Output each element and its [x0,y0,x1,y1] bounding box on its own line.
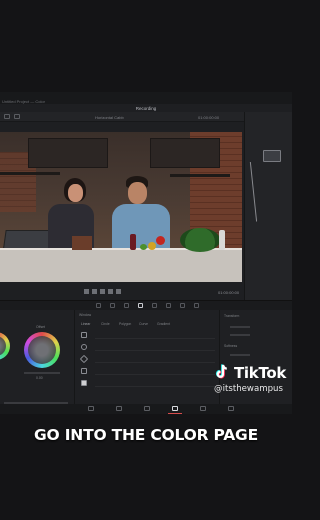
blur-icon[interactable] [180,303,185,308]
cutting-board [72,236,92,250]
edit-page-icon[interactable] [144,406,150,411]
square-window-icon[interactable] [81,332,87,338]
play-icon[interactable] [108,289,113,294]
window-row[interactable] [95,344,215,351]
window-palette-icon[interactable] [138,303,143,308]
man-face [128,182,147,204]
window-row[interactable] [95,368,215,375]
window-row[interactable] [95,356,215,363]
transport-timecode: 01:00:00:00 [218,290,240,295]
rewind-icon[interactable] [92,289,97,294]
counter [0,250,242,282]
layout-icon[interactable] [4,114,10,119]
wheel-mode-label: Offset [36,325,45,329]
woman-face [68,184,83,202]
upper-cabinet-right [150,138,220,168]
color-page-indicator [168,413,182,414]
window-tool-linear[interactable]: Linear [81,322,90,326]
tiktok-logo-icon [215,364,227,379]
tiktok-wordmark: TikTok [234,364,287,382]
red-pepper [156,236,165,245]
cut-page-icon[interactable] [116,406,122,411]
next-frame-icon[interactable] [116,289,121,294]
gradient-window-icon[interactable] [81,380,87,386]
key-icon[interactable] [194,303,199,308]
window-tool-gradient[interactable]: Gradient [157,322,170,326]
circle-window-icon[interactable] [81,344,87,350]
fairlight-page-icon[interactable] [200,406,206,411]
yellow-pepper [148,242,156,250]
magic-mask-icon[interactable] [166,303,171,308]
curves-icon[interactable] [96,303,101,308]
shelf-right [170,174,230,177]
palette-toolbar [0,300,292,310]
window-row[interactable] [95,332,215,339]
upper-cabinet [28,138,108,168]
clip-name: Horizontal Cabb [95,115,124,120]
window-tool-curve[interactable]: Curve [139,322,148,326]
transform-size-field[interactable] [230,326,250,328]
green-veg [140,244,147,250]
viewer-header: Horizontal Cabb 01:00:00:00 [0,112,244,122]
curve-window-icon[interactable] [81,368,87,374]
color-page-icon[interactable] [172,406,178,411]
viewer-timecode: 01:00:00:00 [198,115,220,120]
transport-controls: 01:00:00:00 [0,288,244,298]
offset-slider[interactable] [24,372,60,374]
offset-wheel-center [28,336,56,364]
wine-glass [130,234,136,250]
bottle [219,230,225,250]
prev-frame-icon[interactable] [84,289,89,294]
window-panel: Window Linear Circle Polygon Curve Gradi… [74,310,220,414]
warper-icon[interactable] [110,303,115,308]
creator-handle: @itsthewampus [214,384,283,394]
video-caption: GO INTO THE COLOR PAGE [34,426,258,444]
viewer-image[interactable] [0,132,242,282]
media-page-icon[interactable] [88,406,94,411]
offset-value: 0.00 [36,376,43,380]
qualifier-icon[interactable] [124,303,129,308]
herb-plant [180,228,220,252]
wheels-header [0,312,72,320]
project-label: Untitled Project — Color [2,99,45,104]
tracker-icon[interactable] [152,303,157,308]
window-title: Recording [135,106,157,111]
window-panel-title: Window [79,313,92,317]
deliver-page-icon[interactable] [228,406,234,411]
window-row[interactable] [95,380,215,387]
softness-title: Softness [224,344,238,348]
softness-field[interactable] [230,354,250,356]
stop-icon[interactable] [100,289,105,294]
window-tool-polygon[interactable]: Polygon [119,322,131,326]
pen-window-icon[interactable] [79,354,89,364]
gallery-icon[interactable] [14,114,20,119]
corrector-node[interactable] [263,150,281,162]
color-panels: Offset 0.00 Window Linear Circle Polygon… [0,310,292,414]
page-navigation-bar [0,404,292,414]
window-tool-circle[interactable]: Circle [101,322,110,326]
transform-pan-field[interactable] [230,334,250,336]
node-connection [249,162,269,222]
shelf [0,172,60,175]
node-editor[interactable] [244,112,292,300]
transform-title: Transform [224,314,240,318]
